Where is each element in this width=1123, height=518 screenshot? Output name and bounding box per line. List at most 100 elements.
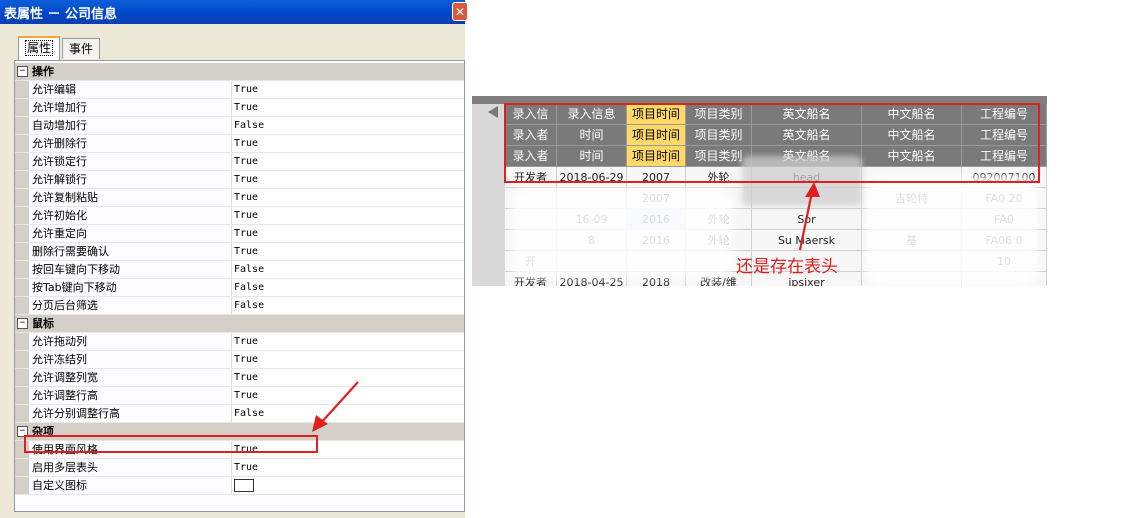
property-value[interactable]: False: [231, 279, 464, 296]
category-row[interactable]: − 杂项: [15, 423, 464, 441]
collapse-toggle-icon[interactable]: −: [17, 66, 28, 77]
property-row[interactable]: 允许复制粘贴 True: [15, 189, 464, 207]
property-row[interactable]: 分页后台筛选 False: [15, 297, 464, 315]
row-gutter: [15, 297, 29, 314]
header-cell[interactable]: 录入信: [505, 104, 557, 125]
row-gutter: [15, 171, 29, 188]
property-row[interactable]: 自定义图标: [15, 477, 464, 495]
property-value[interactable]: True: [231, 207, 464, 224]
property-value[interactable]: True: [231, 459, 464, 476]
row-gutter: [15, 279, 29, 296]
property-value[interactable]: False: [231, 297, 464, 314]
property-value[interactable]: True: [231, 333, 464, 350]
property-value[interactable]: False: [231, 261, 464, 278]
property-name: 自动增加行: [32, 119, 87, 132]
row-gutter: [15, 243, 29, 260]
property-window: 表属性 － 公司信息 ✕ 属性 事件 − 操作 允许编辑 True 允许增加行 True 自…: [0, 0, 468, 518]
row-gutter: [15, 99, 29, 116]
property-value[interactable]: [231, 477, 464, 494]
row-gutter: [15, 369, 29, 386]
tab-properties[interactable]: 属性: [18, 36, 60, 60]
icon-swatch[interactable]: [234, 478, 254, 492]
header-cell[interactable]: 录入信息: [557, 104, 627, 125]
property-name: 自定义图标: [32, 479, 87, 492]
property-row[interactable]: 允许重定向 True: [15, 225, 464, 243]
property-row[interactable]: 允许调整列宽 True: [15, 369, 464, 387]
redaction-blur: [742, 156, 862, 206]
property-value[interactable]: True: [231, 189, 464, 206]
property-value[interactable]: True: [231, 171, 464, 188]
property-row[interactable]: 允许调整行高 True: [15, 387, 464, 405]
property-value[interactable]: True: [231, 81, 464, 98]
data-cell[interactable]: 2018-06-29: [557, 167, 627, 188]
data-cell[interactable]: 开发者: [505, 167, 557, 188]
property-row[interactable]: 允许冻结列 True: [15, 351, 464, 369]
header-cell[interactable]: 中文船名: [862, 125, 962, 146]
close-button[interactable]: ✕: [452, 2, 468, 21]
property-value[interactable]: True: [231, 387, 464, 404]
property-row[interactable]: 自动增加行 False: [15, 117, 464, 135]
row-gutter: [15, 81, 29, 98]
property-value[interactable]: True: [231, 99, 464, 116]
property-name: 允许编辑: [32, 83, 76, 96]
property-value[interactable]: True: [231, 369, 464, 386]
property-row[interactable]: 启用多层表头 True: [15, 459, 464, 477]
property-name: 允许解锁行: [32, 173, 87, 186]
header-cell[interactable]: 时间: [557, 125, 627, 146]
header-cell[interactable]: 工程编号: [962, 125, 1047, 146]
property-value[interactable]: True: [231, 225, 464, 242]
header-cell[interactable]: 项目时间: [627, 146, 686, 167]
data-cell[interactable]: Su Maersk: [752, 230, 862, 251]
row-gutter: [15, 117, 29, 134]
property-row[interactable]: 允许初始化 True: [15, 207, 464, 225]
data-cell[interactable]: Sor: [752, 209, 862, 230]
property-value[interactable]: False: [231, 117, 464, 134]
property-value[interactable]: True: [231, 135, 464, 152]
row-selector-column: [472, 104, 505, 286]
property-row[interactable]: 允许删除行 True: [15, 135, 464, 153]
header-cell[interactable]: 录入者: [505, 125, 557, 146]
title-bar[interactable]: 表属性 － 公司信息 ✕: [0, 0, 468, 24]
property-row[interactable]: 允许锁定行 True: [15, 153, 464, 171]
property-row[interactable]: 允许编辑 True: [15, 81, 464, 99]
property-name: 允许初始化: [32, 209, 87, 222]
property-row[interactable]: 允许增加行 True: [15, 99, 464, 117]
header-cell[interactable]: 项目类别: [686, 104, 752, 125]
header-cell[interactable]: 英文船名: [752, 104, 862, 125]
header-cell[interactable]: 英文船名: [752, 125, 862, 146]
property-value[interactable]: True: [231, 351, 464, 368]
property-row[interactable]: 按Tab键向下移动 False: [15, 279, 464, 297]
category-row[interactable]: − 鼠标: [15, 315, 464, 333]
row-gutter: [15, 477, 29, 494]
tab-events[interactable]: 事件: [62, 38, 100, 59]
property-row[interactable]: 按回车键向下移动 False: [15, 261, 464, 279]
header-cell[interactable]: 工程编号: [962, 104, 1047, 125]
header-cell[interactable]: 中文船名: [862, 146, 962, 167]
property-value[interactable]: True: [231, 153, 464, 170]
property-value[interactable]: True: [231, 243, 464, 260]
header-cell[interactable]: 工程编号: [962, 146, 1047, 167]
collapse-toggle-icon[interactable]: −: [17, 426, 28, 437]
row-gutter: [15, 387, 29, 404]
property-row[interactable]: 使用界面风格 True: [15, 441, 464, 459]
data-cell[interactable]: 2007: [627, 167, 686, 188]
property-row[interactable]: 删除行需要确认 True: [15, 243, 464, 261]
property-row[interactable]: 允许解锁行 True: [15, 171, 464, 189]
property-row[interactable]: 允许拖动列 True: [15, 333, 464, 351]
header-cell[interactable]: 录入者: [505, 146, 557, 167]
row-gutter: [15, 135, 29, 152]
header-cell[interactable]: 项目时间: [627, 104, 686, 125]
header-cell[interactable]: 时间: [557, 146, 627, 167]
row-gutter: [15, 459, 29, 476]
redaction-blur: [512, 188, 732, 278]
row-gutter: [15, 225, 29, 242]
header-cell[interactable]: 项目时间: [627, 125, 686, 146]
property-value[interactable]: True: [231, 441, 464, 458]
header-cell[interactable]: 中文船名: [862, 104, 962, 125]
property-row[interactable]: 允许分别调整行高 False: [15, 405, 464, 423]
category-row[interactable]: − 操作: [15, 63, 464, 81]
collapse-toggle-icon[interactable]: −: [17, 318, 28, 329]
header-cell[interactable]: 项目类别: [686, 125, 752, 146]
property-value[interactable]: False: [231, 405, 464, 422]
property-name: 允许分别调整行高: [32, 407, 120, 420]
